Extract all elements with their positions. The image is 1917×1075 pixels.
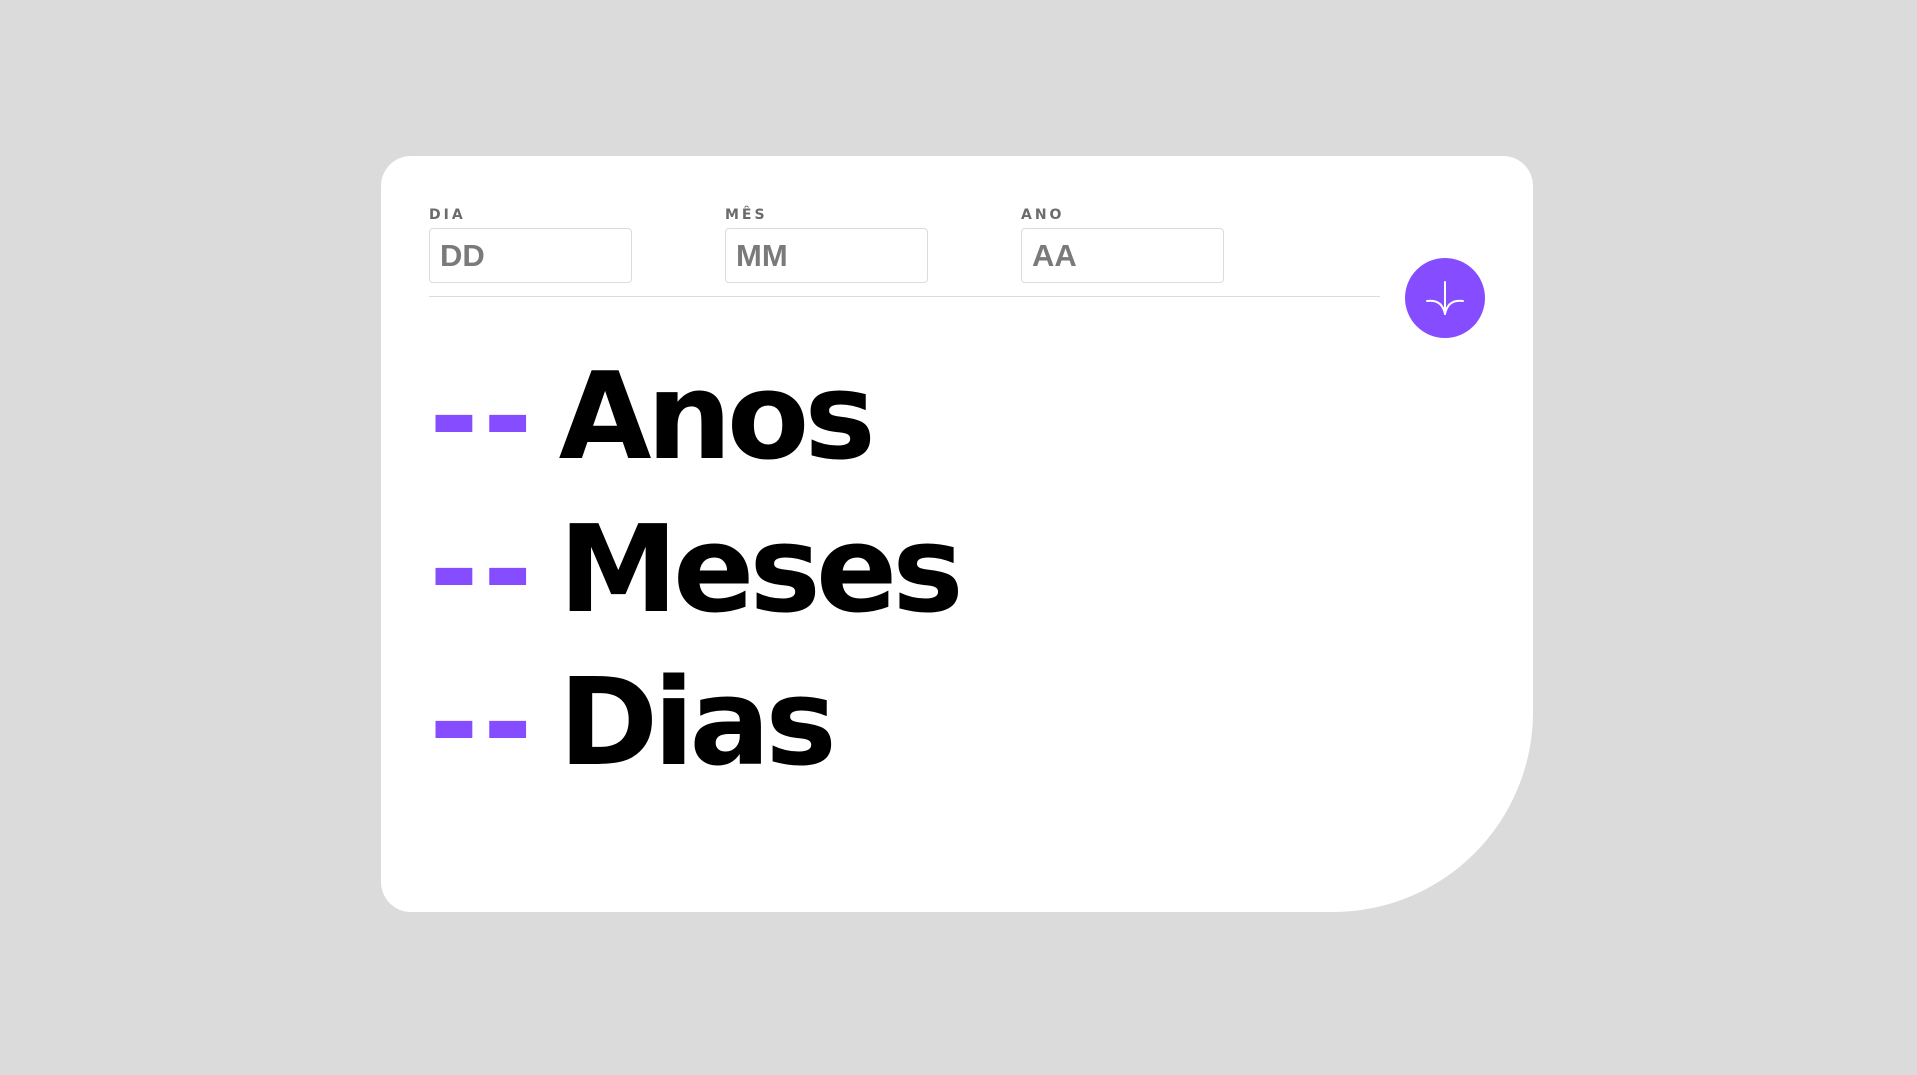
months-value: -- (429, 501, 537, 640)
months-unit: Meses (558, 501, 964, 640)
age-calculator-card: DIA MÊS ANO --Anos --Meses --Dias (381, 156, 1533, 912)
calculate-button[interactable] (1405, 258, 1485, 338)
days-unit: Dias (558, 654, 837, 793)
days-value: -- (429, 654, 537, 793)
form-divider (429, 296, 1380, 297)
month-label: MÊS (725, 207, 768, 223)
result-months: -- Meses (429, 494, 964, 647)
years-unit: Anos (558, 348, 876, 487)
years-value: -- (429, 348, 537, 487)
day-input[interactable] (429, 228, 632, 283)
day-label: DIA (429, 207, 466, 223)
result-days: -- Dias (429, 647, 959, 800)
results: -- Anos -- Meses -- Dias (429, 341, 964, 800)
year-label: ANO (1021, 207, 1065, 223)
month-input[interactable] (725, 228, 928, 283)
year-input[interactable] (1021, 228, 1224, 283)
year-field: ANO (1021, 206, 1224, 283)
day-field: DIA (429, 206, 632, 283)
month-field: MÊS (725, 206, 928, 283)
arrow-down-icon (1426, 281, 1464, 315)
result-years: -- Anos (429, 341, 959, 494)
